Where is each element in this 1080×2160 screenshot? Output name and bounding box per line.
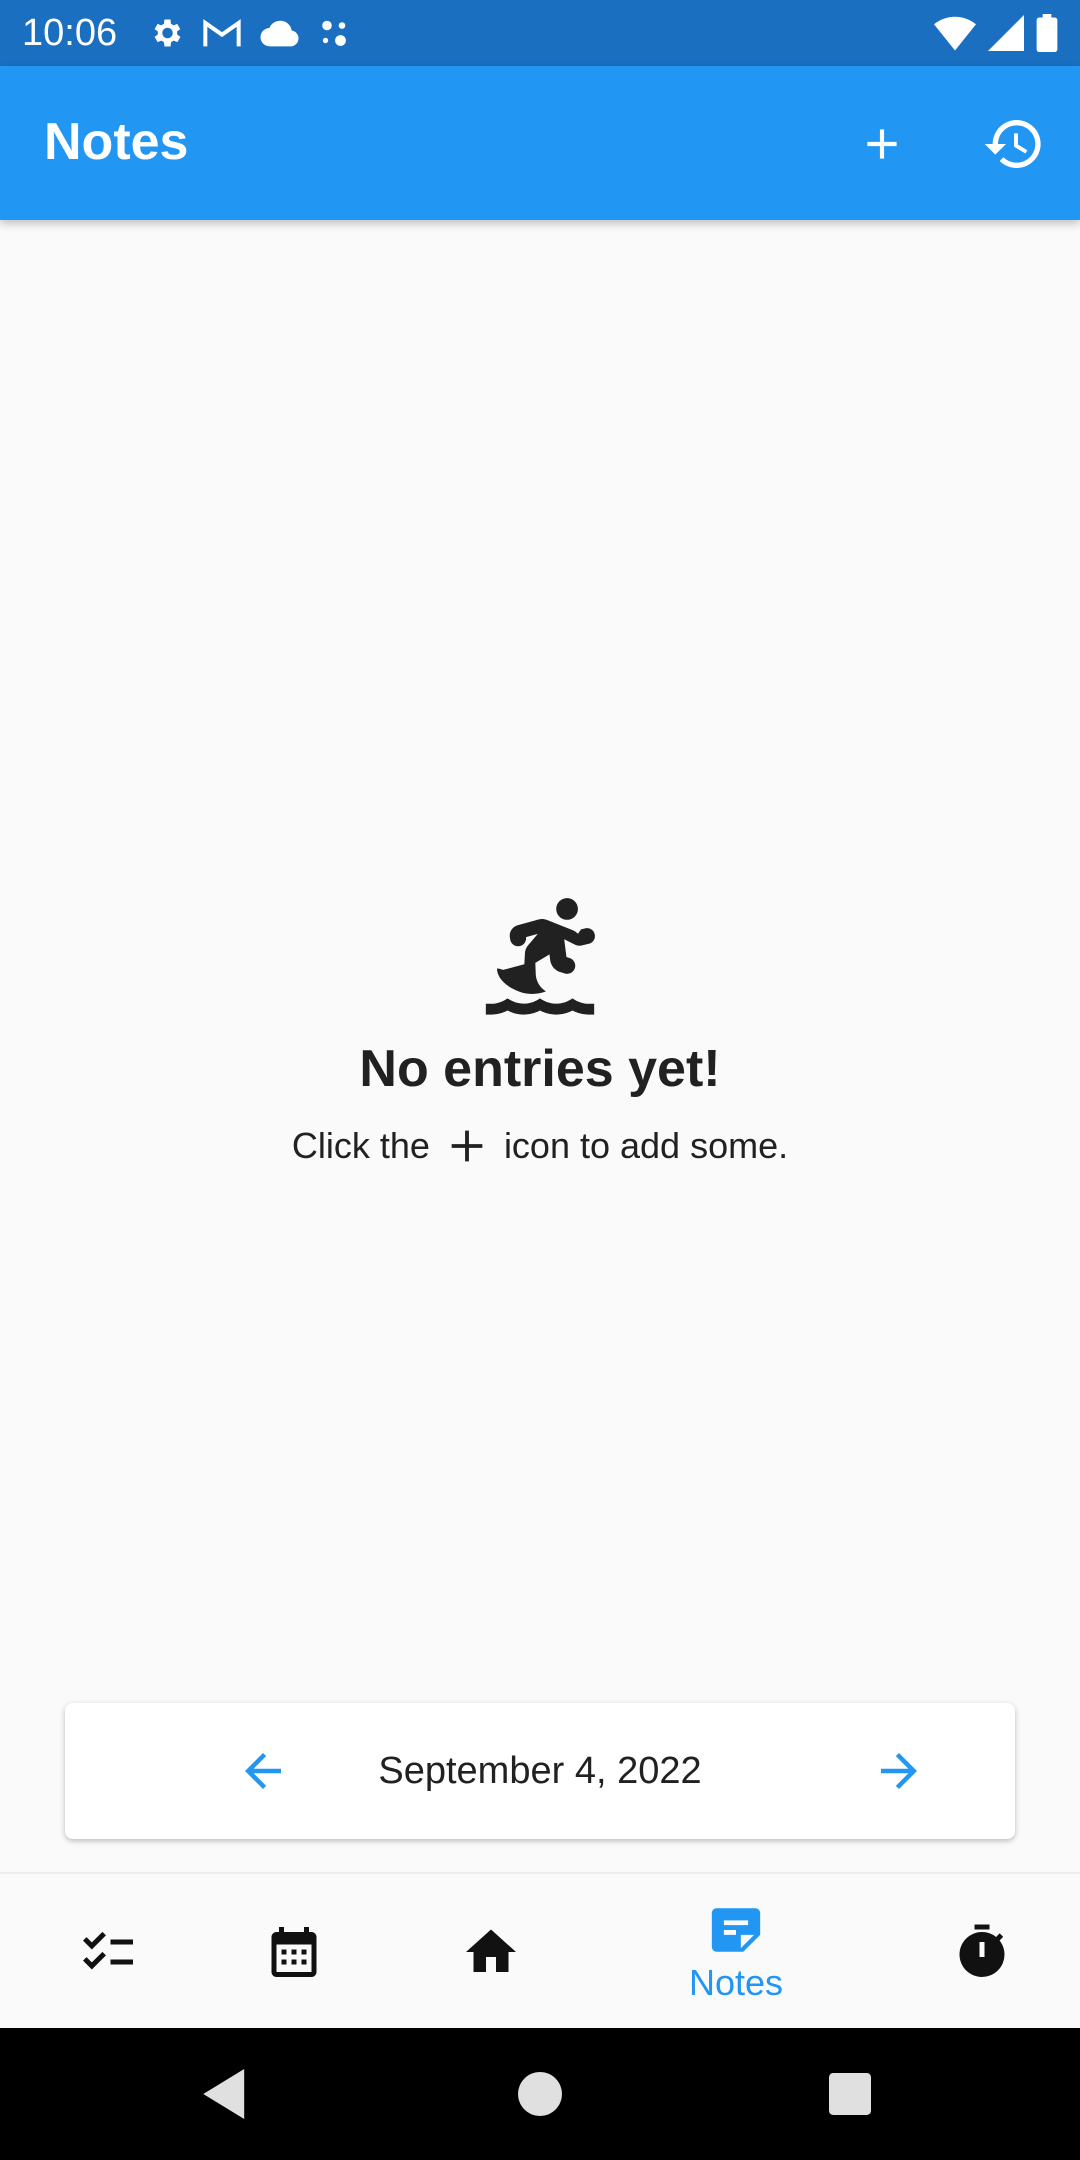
settings-icon [148,15,184,51]
empty-state: No entries yet! Click the icon to add so… [0,890,1080,1169]
history-icon [984,120,1041,168]
cell-signal-icon [988,15,1024,51]
arrow-right-icon [881,1753,917,1789]
hint-text-after: icon to add some. [503,1125,789,1166]
recents-icon [829,2073,871,2115]
nav-label-notes: Notes [688,1962,784,2003]
empty-hint: Click the icon to add some. [0,1123,1080,1169]
surfing-icon [475,890,605,1020]
plus-icon [444,1123,490,1169]
home-circle-icon [518,2072,562,2116]
checklist-icon [83,1931,133,1970]
system-home-button[interactable] [510,2064,570,2124]
nav-item-tasks[interactable] [0,1874,216,2030]
empty-title: No entries yet! [359,1040,721,1098]
battery-icon [1036,14,1058,52]
nav-item-home[interactable] [383,1874,599,2030]
add-note-button[interactable] [840,102,924,186]
status-bar: 10:06 [0,0,1080,66]
nav-item-timer[interactable] [874,1874,1080,2030]
nav-item-calendar[interactable] [186,1874,402,2030]
home-icon [466,1929,516,1972]
system-back-button[interactable] [196,2064,256,2124]
date-navigator: September 4, 2022 [65,1703,1015,1839]
hint-text-before: Click the [291,1125,430,1166]
page-title: Notes [44,113,189,171]
system-recents-button[interactable] [820,2064,880,2124]
cloud-icon [260,18,300,48]
wifi-icon [934,15,976,51]
notes-screen: 10:06 Notes No entries yet! Click the ic… [0,0,1080,2160]
back-icon [203,2069,245,2119]
status-time: 10:06 [22,12,118,54]
bottom-navigation: Notes [0,1872,1080,2028]
status-icons-right [934,12,1058,54]
gmail-icon [202,17,242,49]
current-date: September 4, 2022 [378,1750,702,1792]
timer-icon [959,1924,1005,1977]
next-day-button[interactable] [857,1729,941,1813]
assistant-dots-icon [318,15,354,51]
status-icons-left [148,12,354,54]
notes-icon [711,1908,761,1952]
add-icon [867,129,897,159]
app-bar: Notes [0,66,1080,220]
system-navigation-bar [0,2028,1080,2160]
nav-item-notes[interactable]: Notes [628,1874,844,2030]
calendar-icon [271,1927,317,1977]
history-button[interactable] [972,102,1056,186]
